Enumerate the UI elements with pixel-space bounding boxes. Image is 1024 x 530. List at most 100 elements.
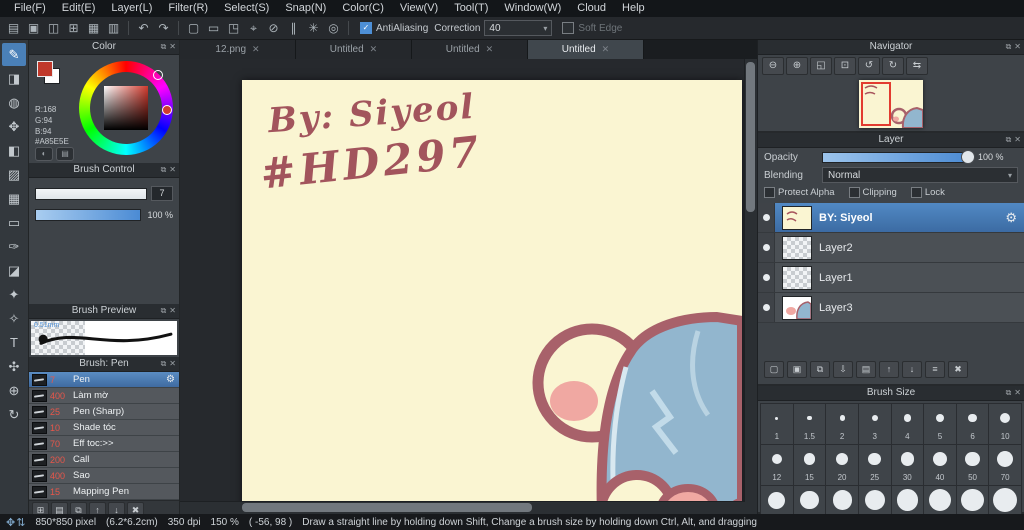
crosshair-icon[interactable]: ⌖ [244, 19, 263, 37]
soft-edge-checkbox[interactable] [562, 22, 575, 34]
gradient-tool[interactable]: ▦ [2, 187, 26, 210]
layer-visibility-toggle[interactable] [758, 233, 775, 262]
document-tab[interactable]: Untitled ✕ [296, 40, 412, 59]
panel-popout-icon[interactable]: ⧉ [161, 163, 167, 177]
brush-size-slider[interactable] [35, 187, 147, 200]
brush-size-cell[interactable]: 3 [858, 404, 891, 444]
pan-canvas-icon[interactable]: ✥ [6, 516, 15, 529]
panel-close-icon[interactable]: ✕ [169, 163, 176, 177]
correction-dropdown[interactable]: 40 ▾ [484, 20, 553, 36]
color-slider-toggle-icon[interactable]: ▤ [56, 147, 74, 161]
blur-tool[interactable]: ◍ [2, 91, 26, 114]
bucket-tool[interactable]: ▨ [2, 163, 26, 186]
panel-close-icon[interactable]: ✕ [1014, 133, 1021, 147]
tab-close-icon[interactable]: ✕ [602, 40, 610, 59]
move-up-icon[interactable]: ↑ [879, 360, 899, 378]
merge-down-icon[interactable]: ⇩ [833, 360, 853, 378]
layer-menu-icon[interactable]: ≡ [925, 360, 945, 378]
panel-popout-icon[interactable]: ⧉ [1006, 386, 1012, 400]
zoom-out-icon[interactable]: ⊖ [762, 57, 784, 75]
move-down-icon[interactable]: ↓ [902, 360, 922, 378]
horizontal-scrollbar-thumb[interactable] [242, 503, 532, 512]
brush-opacity-slider[interactable] [35, 209, 141, 221]
menu-item[interactable]: Snap(N) [277, 0, 334, 17]
zoom-actual-icon[interactable]: ⊡ [834, 57, 856, 75]
menu-item[interactable]: Cloud [569, 0, 614, 17]
vertical-scrollbar-thumb[interactable] [746, 62, 755, 212]
brush-size-value[interactable]: 7 [151, 186, 173, 201]
navigator-thumbnail[interactable] [859, 80, 924, 129]
brush-size-cell[interactable]: 70 [989, 445, 1021, 485]
panel-close-icon[interactable]: ✕ [169, 304, 176, 318]
panel-close-icon[interactable]: ✕ [1014, 40, 1021, 54]
brush-size-cell[interactable]: 6 [956, 404, 989, 444]
brush-list-item[interactable]: 7 Pen ⚙ [29, 372, 179, 388]
delete-layer-icon[interactable]: ✖ [948, 360, 968, 378]
layer-row-selected[interactable]: BY: Siyeol ⚙ [758, 203, 1024, 233]
menu-item[interactable]: View(V) [392, 0, 446, 17]
sv-marker[interactable] [153, 70, 163, 80]
menu-item[interactable]: Layer(L) [103, 0, 160, 17]
layer-opacity-slider[interactable] [822, 149, 975, 164]
layer-visibility-toggle[interactable] [758, 293, 775, 322]
rotate-ccw-icon[interactable]: ↺ [858, 57, 880, 75]
antialiasing-checkbox[interactable]: ✓ [360, 22, 372, 34]
panel-popout-icon[interactable]: ⧉ [1006, 40, 1012, 54]
brush-size-cell[interactable]: 30 [891, 445, 924, 485]
save-icon[interactable]: ◫ [44, 19, 63, 37]
pixel-grid-icon[interactable]: ▦ [84, 19, 103, 37]
horizontal-scrollbar[interactable] [180, 501, 745, 514]
new-file-icon[interactable]: ▤ [4, 19, 23, 37]
open-file-icon[interactable]: ▣ [24, 19, 43, 37]
duplicate-layer-icon[interactable]: ⧉ [810, 360, 830, 378]
tab-close-icon[interactable]: ✕ [370, 40, 378, 59]
snap-circle-icon[interactable]: ◎ [324, 19, 343, 37]
navigator-view-rectangle[interactable] [861, 82, 891, 126]
tab-close-icon[interactable]: ✕ [486, 40, 494, 59]
layer-row[interactable]: Layer3 [758, 293, 1024, 323]
brush-size-cell[interactable]: 1.5 [793, 404, 826, 444]
brush-size-cell[interactable]: 10 [989, 404, 1021, 444]
zoom-in-icon[interactable]: ⊕ [786, 57, 808, 75]
hue-marker[interactable] [162, 105, 172, 115]
panel-popout-icon[interactable]: ⧉ [161, 357, 167, 371]
menu-item[interactable]: Help [614, 0, 653, 17]
eraser-tool[interactable]: ◨ [2, 67, 26, 90]
panel-popout-icon[interactable]: ⧉ [161, 40, 167, 54]
foreground-color-swatch[interactable] [37, 61, 53, 77]
snap-cross-icon[interactable]: ✳ [304, 19, 323, 37]
blending-dropdown[interactable]: Normal ▾ [822, 167, 1018, 183]
eyedropper-tool[interactable]: ✧ [2, 307, 26, 330]
zoom-tool[interactable]: ⊕ [2, 379, 26, 402]
document-tab[interactable]: Untitled ✕ [412, 40, 528, 59]
drawing-canvas[interactable]: By: Siyeol #HD297 [242, 80, 742, 514]
color-swatches[interactable] [37, 61, 61, 85]
scroll-arrows-icon[interactable]: ⇅ [16, 516, 25, 529]
hand-tool[interactable]: ✣ [2, 355, 26, 378]
add-folder-icon[interactable]: ▣ [787, 360, 807, 378]
redo-icon[interactable]: ↷ [154, 19, 173, 37]
menu-item[interactable]: File(F) [6, 0, 54, 17]
snap-parallel-icon[interactable]: ∥ [284, 19, 303, 37]
document-tab[interactable]: 12.png ✕ [180, 40, 296, 59]
rotate-cw-icon[interactable]: ↻ [882, 57, 904, 75]
menu-item[interactable]: Edit(E) [54, 0, 104, 17]
brush-list-item[interactable]: 400 Sao ⚙ [29, 468, 179, 484]
brush-list-item[interactable]: 70 Eff toc:>> ⚙ [29, 436, 179, 452]
clipping-checkbox[interactable] [848, 186, 860, 198]
brush-size-cell[interactable]: 12 [761, 445, 793, 485]
add-layer-icon[interactable]: ▢ [764, 360, 784, 378]
brush-size-cell[interactable]: 20 [826, 445, 858, 485]
select-eraser-tool[interactable]: ◪ [2, 259, 26, 282]
layer-row[interactable]: Layer1 [758, 263, 1024, 293]
menu-item[interactable]: Window(W) [496, 0, 569, 17]
guide-icon[interactable]: ▥ [104, 19, 123, 37]
document-tab-active[interactable]: Untitled ✕ [528, 40, 644, 59]
brush-size-cell[interactable]: 5 [924, 404, 956, 444]
brush-size-cell[interactable]: 2 [826, 404, 858, 444]
select-pen-tool[interactable]: ✑ [2, 235, 26, 258]
panel-close-icon[interactable]: ✕ [169, 357, 176, 371]
rotate-view-tool[interactable]: ↻ [2, 403, 26, 426]
protect-alpha-checkbox[interactable] [764, 186, 775, 198]
brush-size-cell[interactable]: 25 [858, 445, 891, 485]
